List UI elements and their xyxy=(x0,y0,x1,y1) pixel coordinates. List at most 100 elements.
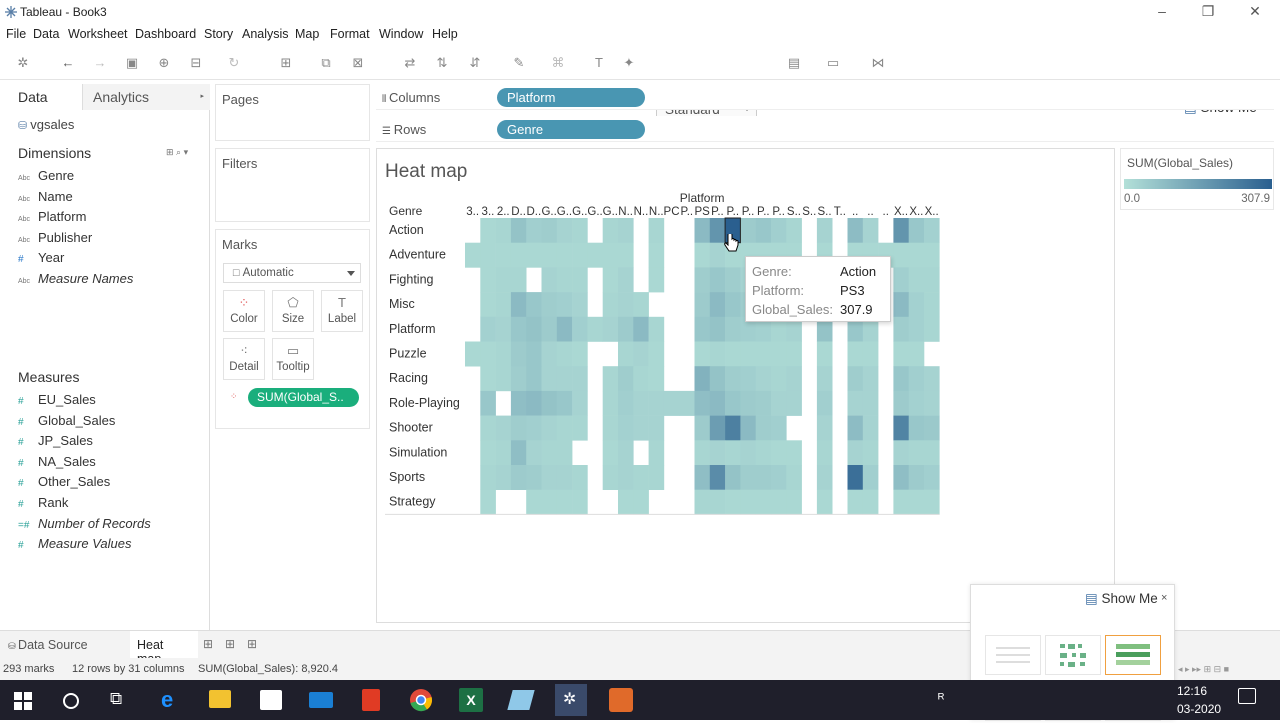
heatmap-cell[interactable] xyxy=(893,267,909,293)
menu-help[interactable]: Help xyxy=(432,27,458,41)
heatmap-cell[interactable] xyxy=(862,440,879,466)
heatmap-cell[interactable] xyxy=(602,366,619,392)
pause-updates-icon[interactable]: ⊟ xyxy=(188,55,204,71)
heatmap-cell[interactable] xyxy=(541,242,558,268)
tab-data[interactable]: Data xyxy=(0,84,82,110)
heatmap-cell[interactable] xyxy=(495,341,512,367)
heatmap-cell[interactable] xyxy=(893,341,909,367)
heatmap-cell[interactable] xyxy=(526,465,542,490)
heatmap-cell[interactable] xyxy=(725,366,741,392)
heatmap-cell[interactable] xyxy=(740,415,756,441)
menu-data[interactable]: Data xyxy=(33,27,59,41)
heatmap-cell[interactable] xyxy=(556,292,573,318)
redo-icon[interactable]: → xyxy=(92,55,108,71)
datasource-item[interactable]: ⛁ vgsales xyxy=(18,117,74,132)
tableau-taskbar-icon[interactable]: ✲ xyxy=(555,684,587,716)
heatmap-cell[interactable] xyxy=(495,465,512,490)
measure-field[interactable]: =# Number of Records xyxy=(18,516,151,531)
heatmap-cell[interactable] xyxy=(694,390,711,416)
heatmap-cell[interactable] xyxy=(725,415,741,441)
heatmap-cell[interactable] xyxy=(480,316,496,342)
color-pill[interactable]: SUM(Global_S.. xyxy=(248,388,359,407)
heatmap-cell[interactable] xyxy=(786,489,802,515)
heatmap-cell[interactable] xyxy=(694,489,711,515)
heatmap-cell[interactable] xyxy=(648,390,665,416)
dimension-field[interactable]: Abc Publisher xyxy=(18,230,92,245)
heatmap-cell[interactable] xyxy=(893,366,909,392)
new-datasource-icon[interactable]: ⊕ xyxy=(156,55,172,71)
heatmap-cell[interactable] xyxy=(893,489,909,515)
heatmap-cell[interactable] xyxy=(725,267,741,293)
heatmap-cell[interactable] xyxy=(725,292,741,318)
heatmap-cell[interactable] xyxy=(618,341,634,367)
heatmap-cell[interactable] xyxy=(572,292,588,318)
fix-axes-icon[interactable]: ✦ xyxy=(621,55,637,71)
heatmap-cell[interactable] xyxy=(556,440,573,466)
heatmap-cell[interactable] xyxy=(771,218,787,243)
heatmap-cell[interactable] xyxy=(618,440,634,466)
file-explorer-icon[interactable] xyxy=(209,690,231,708)
chrome-icon[interactable] xyxy=(409,688,433,712)
heatmap-cell[interactable] xyxy=(786,465,802,490)
heatmap-cell[interactable] xyxy=(556,390,573,416)
heatmap-cell[interactable] xyxy=(510,465,527,490)
heatmap-cell[interactable] xyxy=(633,292,649,318)
heatmap-cell[interactable] xyxy=(510,218,527,243)
edge-icon[interactable]: e xyxy=(161,687,173,713)
heatmap-cell[interactable] xyxy=(771,489,787,515)
heatmap-cell[interactable] xyxy=(847,415,864,441)
heatmap-cell[interactable] xyxy=(816,390,833,416)
close-button[interactable]: ✕ xyxy=(1245,3,1265,21)
heatmap-cell[interactable] xyxy=(648,415,665,441)
heatmap-cell[interactable] xyxy=(526,218,542,243)
heatmap-cell[interactable] xyxy=(740,218,756,243)
swap-icon[interactable]: ⇄ xyxy=(402,55,418,71)
heatmap-cell[interactable] xyxy=(771,366,787,392)
heatmap-cell[interactable] xyxy=(740,465,756,490)
heatmap-cell[interactable] xyxy=(893,316,909,342)
heatmap-cell[interactable] xyxy=(480,242,496,268)
heatmap-cell[interactable] xyxy=(541,341,558,367)
heatmap-cell[interactable] xyxy=(709,390,726,416)
action-center-icon[interactable] xyxy=(1238,688,1256,704)
heatmap-cell[interactable] xyxy=(633,366,649,392)
heatmap-cell[interactable] xyxy=(602,415,619,441)
heatmap-cell[interactable] xyxy=(924,366,940,392)
heatmap-cell[interactable] xyxy=(816,366,833,392)
heatmap-cell[interactable] xyxy=(755,489,772,515)
heatmap-cell[interactable] xyxy=(908,292,925,318)
heatmap-cell[interactable] xyxy=(862,465,879,490)
heatmap-cell[interactable] xyxy=(541,440,558,466)
heatmap-cell[interactable] xyxy=(816,465,833,490)
heatmap-cell[interactable] xyxy=(893,415,909,441)
heatmap-cell[interactable] xyxy=(602,242,619,268)
store-icon[interactable] xyxy=(260,690,282,710)
heatmap-cell[interactable] xyxy=(755,465,772,490)
color-legend[interactable]: SUM(Global_Sales) 0.0 307.9 xyxy=(1120,148,1274,210)
windows-start-icon[interactable] xyxy=(14,692,32,710)
sort-descending-icon[interactable]: ⇵ xyxy=(467,55,483,71)
heatmap-cell[interactable] xyxy=(709,366,726,392)
heatmap-cell[interactable] xyxy=(771,465,787,490)
heatmap-cell[interactable] xyxy=(480,366,496,392)
heatmap-cell[interactable] xyxy=(556,489,573,515)
heatmap-cell[interactable] xyxy=(694,218,711,243)
heatmap-cell[interactable] xyxy=(510,292,527,318)
heatmap-cell[interactable] xyxy=(618,267,634,293)
menu-worksheet[interactable]: Worksheet xyxy=(68,27,128,41)
heatmap-cell[interactable] xyxy=(908,465,925,490)
dimension-field[interactable]: Abc Measure Names xyxy=(18,271,133,286)
new-story-icon[interactable]: ⊞ xyxy=(247,637,257,651)
heatmap-cell[interactable] xyxy=(526,489,542,515)
heatmap-cell[interactable] xyxy=(908,440,925,466)
tab-analytics[interactable]: Analytics ▸ xyxy=(82,84,210,110)
heatmap-cell[interactable] xyxy=(908,316,925,342)
heatmap-cell[interactable] xyxy=(709,267,726,293)
heatmap-cell[interactable] xyxy=(786,366,802,392)
heatmap-cell[interactable] xyxy=(510,242,527,268)
heatmap-cell[interactable] xyxy=(526,242,542,268)
heatmap-cell[interactable] xyxy=(755,366,772,392)
measure-field[interactable]: # Global_Sales xyxy=(18,413,115,428)
page-nav-icons[interactable]: ◂ ▸ ▸▸ ⊞ ⊟ ■ xyxy=(1178,664,1229,675)
heatmap-cell[interactable] xyxy=(908,415,925,441)
